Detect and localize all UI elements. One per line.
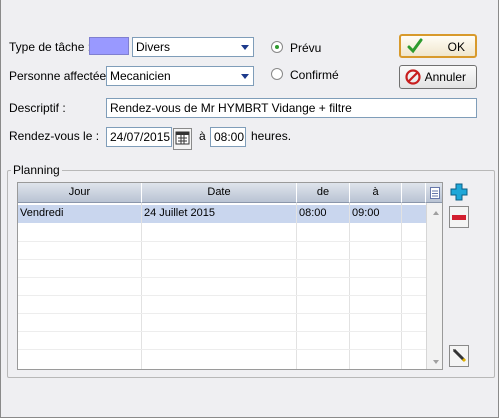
column-picker-button[interactable]: [426, 183, 442, 203]
planned-label: Prévu: [290, 41, 322, 55]
grid-rowline: [18, 295, 426, 296]
edit-row-button[interactable]: [449, 345, 469, 367]
ok-button[interactable]: OK: [399, 34, 477, 58]
grid-rowline: [18, 313, 426, 314]
row-day: Vendredi: [20, 207, 64, 219]
scroll-down-icon[interactable]: [427, 354, 442, 369]
planned-radio[interactable]: [271, 41, 283, 53]
grid-rowline: [18, 349, 426, 350]
grid-rowline: [18, 277, 426, 278]
vertical-scrollbar[interactable]: [426, 203, 442, 369]
scroll-up-icon[interactable]: [427, 205, 442, 220]
plus-icon: [449, 182, 469, 205]
chevron-down-icon[interactable]: [236, 67, 253, 85]
column-picker-icon: [429, 187, 440, 202]
appointment-time-input[interactable]: 08:00: [210, 127, 246, 147]
appointment-label: Rendez-vous le :: [9, 129, 100, 143]
grid-divider: [401, 203, 402, 369]
description-value: Rendez-vous de Mr HYMBRT Vidange + filtr…: [110, 101, 352, 115]
description-label: Descriptif :: [9, 101, 66, 115]
grid-divider: [141, 203, 142, 369]
ok-label: OK: [447, 40, 465, 54]
cancel-button[interactable]: Annuler: [399, 65, 477, 89]
table-row[interactable]: Vendredi 24 Juillet 2015 08:00 09:00: [18, 205, 426, 223]
confirmed-radio[interactable]: [271, 68, 283, 80]
minus-icon: [452, 210, 466, 224]
appointment-time-value: 08:00: [214, 130, 245, 144]
check-icon: [407, 38, 423, 57]
grid-rowline: [18, 331, 426, 332]
no-entry-icon: [405, 69, 421, 88]
row-date: 24 Juillet 2015: [144, 207, 215, 219]
appointment-date-input[interactable]: 24/07/2015: [106, 127, 172, 147]
chevron-down-icon[interactable]: [236, 38, 253, 56]
row-to: 09:00: [352, 207, 380, 219]
column-header-from[interactable]: de: [297, 183, 350, 203]
column-header-day[interactable]: Jour: [18, 183, 142, 203]
task-type-value: Divers: [136, 40, 171, 54]
assigned-value: Mecanicien: [110, 69, 171, 83]
task-type-select[interactable]: Divers: [132, 37, 254, 57]
appointment-date-value: 24/07/2015: [110, 130, 171, 144]
remove-row-button[interactable]: [449, 206, 469, 228]
cancel-label: Annuler: [424, 70, 466, 84]
planning-table[interactable]: Jour Date de à Vendredi 24 Juillet 2015 …: [17, 182, 443, 370]
dialog-window: Type de tâche : Divers Prévu Confirmé OK…: [0, 0, 499, 418]
hours-label: heures.: [251, 129, 292, 143]
add-row-button[interactable]: [449, 182, 469, 204]
row-from: 08:00: [299, 207, 327, 219]
grid-rowline: [18, 241, 426, 242]
task-type-label: Type de tâche :: [9, 40, 92, 54]
grid-divider: [296, 203, 297, 369]
calendar-icon: [175, 130, 190, 148]
at-label: à: [199, 129, 206, 143]
task-color-swatch: [89, 37, 129, 55]
column-header-date[interactable]: Date: [142, 183, 297, 203]
assigned-select[interactable]: Mecanicien: [106, 66, 254, 86]
grid-rowline: [18, 259, 426, 260]
confirmed-label: Confirmé: [290, 68, 339, 82]
description-input[interactable]: Rendez-vous de Mr HYMBRT Vidange + filtr…: [106, 98, 477, 118]
column-header-extra: [402, 183, 426, 203]
assigned-label: Personne affectée :: [9, 69, 113, 83]
calendar-button[interactable]: [173, 128, 192, 150]
column-header-to[interactable]: à: [350, 183, 402, 203]
grid-divider: [349, 203, 350, 369]
pencil-icon: [451, 347, 467, 366]
planning-group-title: Planning: [11, 163, 62, 177]
